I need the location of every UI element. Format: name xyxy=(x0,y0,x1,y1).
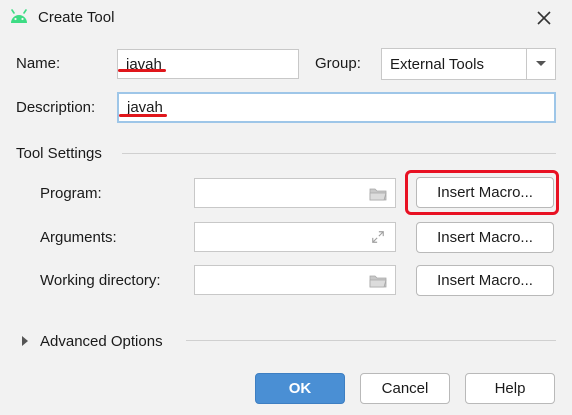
help-button-label: Help xyxy=(494,380,526,397)
advanced-options-separator xyxy=(186,340,556,341)
title-bar: Create Tool xyxy=(0,0,572,36)
arguments-label: Arguments: xyxy=(40,229,117,246)
working-directory-insert-macro-label: Insert Macro... xyxy=(437,272,533,289)
cancel-button-label: Cancel xyxy=(381,380,429,397)
arguments-input[interactable] xyxy=(194,222,396,252)
tool-settings-separator xyxy=(122,153,556,154)
group-select[interactable]: External Tools xyxy=(381,48,556,80)
group-select-value: External Tools xyxy=(390,55,484,73)
help-button[interactable]: Help xyxy=(465,373,555,404)
program-insert-macro-button[interactable]: Insert Macro... xyxy=(416,177,554,208)
name-input[interactable]: javah xyxy=(117,49,299,79)
android-icon xyxy=(11,9,27,23)
program-input[interactable] xyxy=(194,178,396,208)
folder-icon[interactable] xyxy=(369,187,387,201)
working-directory-label: Working directory: xyxy=(40,272,161,289)
window-title: Create Tool xyxy=(38,9,115,26)
ok-button[interactable]: OK xyxy=(255,373,345,404)
name-label: Name: xyxy=(16,55,61,72)
arguments-insert-macro-label: Insert Macro... xyxy=(437,229,533,246)
name-annotation-underline xyxy=(118,69,166,72)
description-label: Description: xyxy=(16,99,96,116)
advanced-options-toggle[interactable]: Advanced Options xyxy=(16,331,181,351)
program-label: Program: xyxy=(40,185,102,202)
group-label: Group: xyxy=(315,55,361,72)
ok-button-label: OK xyxy=(288,380,312,397)
program-insert-macro-label: Insert Macro... xyxy=(437,184,533,201)
close-icon[interactable] xyxy=(532,6,556,30)
expand-icon[interactable] xyxy=(369,230,387,244)
description-annotation-underline xyxy=(119,114,167,117)
working-directory-input[interactable] xyxy=(194,265,396,295)
folder-icon[interactable] xyxy=(369,274,387,288)
chevron-down-icon[interactable] xyxy=(526,49,555,79)
expand-arrow-icon xyxy=(22,336,28,346)
working-directory-insert-macro-button[interactable]: Insert Macro... xyxy=(416,265,554,296)
tool-settings-title: Tool Settings xyxy=(16,145,102,162)
advanced-options-title: Advanced Options xyxy=(40,332,163,350)
cancel-button[interactable]: Cancel xyxy=(360,373,450,404)
arguments-insert-macro-button[interactable]: Insert Macro... xyxy=(416,222,554,253)
description-input[interactable]: javah xyxy=(117,92,556,123)
